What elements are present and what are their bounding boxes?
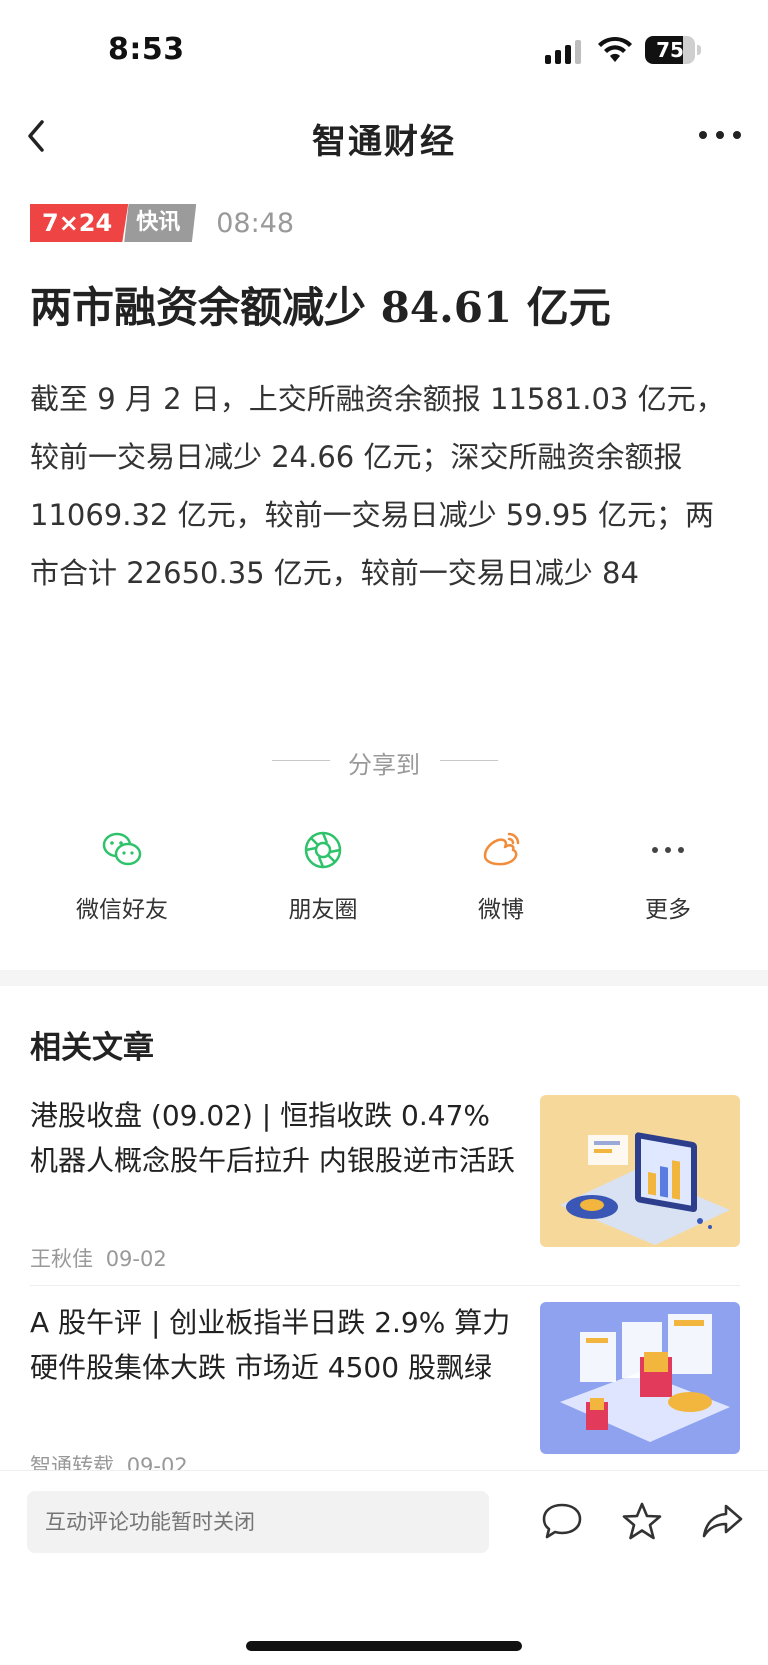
bottom-action-bar	[0, 1470, 768, 1665]
share-weibo-label: 微博	[478, 897, 524, 923]
tag-flash-news: 快讯	[124, 204, 197, 242]
tag-7x24: 7×24	[30, 204, 129, 242]
share-wechat-label: 微信好友	[76, 897, 168, 923]
related-article-author: 王秋佳	[30, 1247, 93, 1271]
more-icon	[652, 847, 684, 853]
comment-icon[interactable]	[540, 1501, 584, 1541]
article-thumbnail-image	[540, 1095, 740, 1247]
article-separator	[30, 1285, 740, 1286]
wechat-icon	[102, 832, 142, 866]
more-options-icon[interactable]	[695, 120, 745, 150]
moments-icon	[304, 831, 342, 869]
share-arrow-icon[interactable]	[700, 1501, 744, 1541]
share-wechat-friends[interactable]: 微信好友	[62, 828, 182, 924]
home-indicator	[246, 1641, 522, 1651]
related-article-item[interactable]: A 股午评 | 创业板指半日跌 2.9% 算力硬件股集体大跌 市场近 4500 …	[0, 1302, 768, 1478]
share-options: 微信好友 朋友圈 微博 更多	[0, 828, 768, 928]
weibo-icon	[483, 832, 520, 866]
comment-input[interactable]	[27, 1491, 489, 1553]
related-articles-heading: 相关文章	[30, 1030, 154, 1066]
cellular-signal-icon	[545, 40, 581, 64]
nav-bar: 智通财经	[0, 100, 768, 172]
article-body: 截至 9 月 2 日，上交所融资余额报 11581.03 亿元，较前一交易日减少…	[30, 382, 725, 590]
page-title: 智通财经	[312, 122, 456, 162]
share-label: 分享到	[348, 751, 420, 779]
share-more[interactable]: 更多	[608, 828, 728, 924]
status-bar: 8:53 75	[0, 0, 768, 100]
share-moments-label: 朋友圈	[288, 897, 358, 923]
related-article-title: A 股午评 | 创业板指半日跌 2.9% 算力硬件股集体大跌 市场近 4500 …	[30, 1306, 511, 1384]
related-article-item[interactable]: 港股收盘 (09.02) | 恒指收跌 0.47% 机器人概念股午后拉升 内银股…	[0, 1095, 768, 1273]
wifi-icon	[598, 36, 632, 62]
share-divider-right	[440, 760, 498, 761]
article-thumbnail-image	[540, 1302, 740, 1454]
article-headline: 两市融资余额减少 84.61 亿元	[30, 283, 611, 332]
related-article-date: 09-02	[105, 1247, 167, 1271]
section-divider	[0, 970, 768, 986]
publish-time: 08:48	[216, 207, 295, 239]
share-moments[interactable]: 朋友圈	[263, 828, 383, 924]
related-article-meta: 王秋佳 09-02	[30, 1243, 167, 1273]
related-article-title: 港股收盘 (09.02) | 恒指收跌 0.47% 机器人概念股午后拉升 内银股…	[30, 1099, 515, 1177]
share-weibo[interactable]: 微博	[441, 828, 561, 924]
battery-level-text: 75	[656, 38, 684, 62]
battery-indicator: 75	[645, 36, 701, 64]
status-time: 8:53	[108, 32, 185, 67]
favorite-star-icon[interactable]	[620, 1501, 664, 1541]
news-tag-row: 7×24 快讯 08:48	[30, 204, 294, 242]
share-more-label: 更多	[645, 897, 691, 923]
